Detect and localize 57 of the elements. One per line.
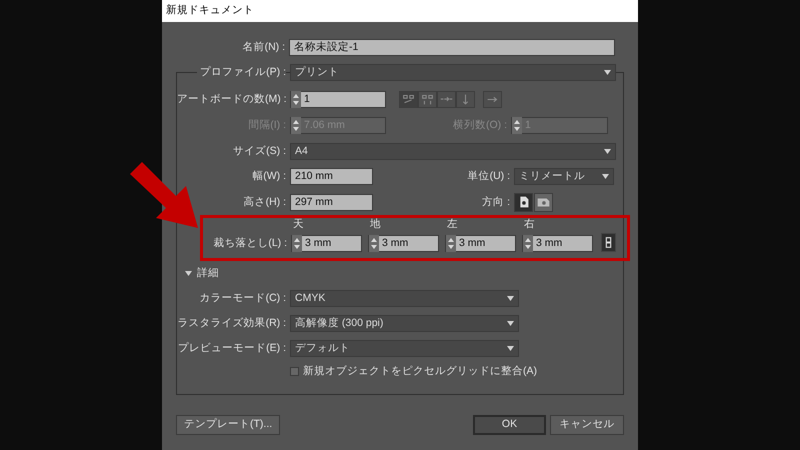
dropdown[interactable]: デフォルト [290,340,519,357]
field-label: サイズ(S) : [232,144,286,159]
field-label: アートボードの数(M) : [177,92,286,107]
field-label: プレビューモード(E) : [177,340,286,356]
artboard-layout-icon[interactable] [418,91,437,108]
spinner-icon[interactable] [369,235,379,252]
artboard-layout-icon[interactable] [437,91,456,108]
dropdown[interactable]: A4 [290,143,616,160]
caret-icon [604,149,611,154]
spinner-icon[interactable] [446,235,456,252]
field-label: ラスタライズ効果(R) : [177,316,286,331]
artboard-layout-icon[interactable] [483,91,502,108]
text-field[interactable]: 210 mm [290,168,373,185]
artboard-layout-icon[interactable] [456,91,475,108]
landscape-icon[interactable] [534,193,553,212]
artboard-layout-icon[interactable] [399,91,418,108]
column-heading: 地 [369,217,382,232]
field-label: プロファイル(P) : [197,64,286,80]
portrait-icon[interactable] [514,193,533,212]
field-label: 高さ(H) : [242,194,286,210]
field-label: 幅(W) : [251,168,286,184]
disclosure-toggle[interactable]: 詳細 [185,265,614,282]
field-label: カラーモード(C) : [198,290,286,306]
checkbox[interactable] [290,367,299,376]
dropdown[interactable]: ミリメートル [514,168,614,185]
number-field[interactable]: 3 mm [368,235,439,252]
dropdown[interactable]: プリント [290,64,616,81]
checkbox-option[interactable]: 新規オブジェクトをピクセルグリッドに整合(A) [290,364,537,380]
field-label: 方向 : [482,194,510,210]
window-title: 新規ドキュメント [166,3,254,18]
number-field[interactable]: 3 mm [445,235,516,252]
spinner-icon[interactable] [523,235,533,252]
field-label: 裁ち落とし(L) : [212,236,287,252]
field-label: 単位(U) : [468,168,510,184]
text-field[interactable]: 名称未設定-1 [289,39,615,56]
number-field[interactable]: 3 mm [291,235,362,252]
column-heading: 天 [292,217,305,232]
column-heading: 右 [523,217,536,232]
spinner-icon[interactable] [291,91,301,108]
dropdown[interactable]: CMYK [290,290,519,307]
dropdown[interactable]: 高解像度 (300 ppi) [290,315,519,332]
spinner-icon[interactable] [292,235,302,252]
field-label: 名前(N) : [242,40,285,55]
column-heading: 左 [446,217,459,232]
caret-icon [602,174,609,179]
link-icon[interactable] [601,233,616,252]
number-field[interactable]: 1 [290,91,386,108]
caret-icon [507,346,514,351]
disclosure-triangle-icon [185,270,192,277]
caret-icon [604,70,611,75]
dialog-button[interactable]: テンプレート(T)... [176,415,280,435]
dialog-button[interactable]: OK [473,415,546,435]
caret-icon [507,321,514,326]
caret-icon [507,296,514,301]
dialog-button[interactable]: キャンセル [550,415,624,435]
number-field[interactable]: 3 mm [522,235,593,252]
text-field[interactable]: 297 mm [290,194,373,211]
